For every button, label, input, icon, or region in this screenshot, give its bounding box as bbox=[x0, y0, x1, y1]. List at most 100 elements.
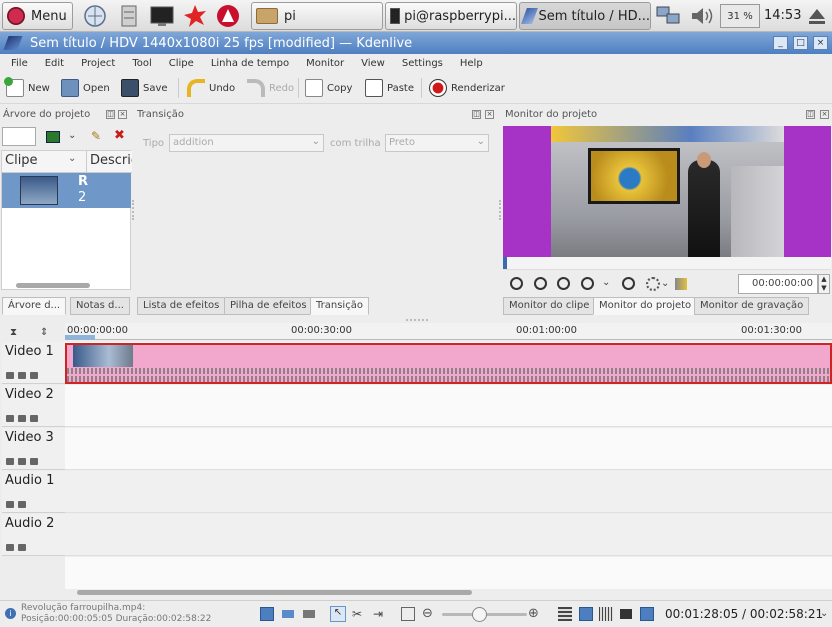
vertical-splitter[interactable] bbox=[406, 319, 428, 321]
zoom-slider[interactable] bbox=[442, 607, 527, 622]
menu-help[interactable]: Help bbox=[460, 58, 483, 69]
project-clip-item[interactable]: R 2 bbox=[2, 173, 131, 208]
track-video3[interactable] bbox=[65, 428, 832, 470]
new-button[interactable]: New bbox=[4, 77, 50, 97]
terminal-icon[interactable] bbox=[149, 3, 175, 29]
timeline-zone[interactable] bbox=[65, 335, 95, 340]
selection-tool-icon[interactable]: ↖ bbox=[330, 606, 346, 622]
tab-clip-monitor[interactable]: Monitor do clipe bbox=[503, 297, 596, 315]
tab-effects-stack[interactable]: Pilha de efeitos bbox=[224, 297, 313, 315]
menu-timeline[interactable]: Linha de tempo bbox=[211, 58, 289, 69]
timeline-clip[interactable] bbox=[65, 343, 832, 384]
taskbar-terminal[interactable]: pi@raspberrypi... bbox=[385, 2, 517, 30]
mute-icon[interactable] bbox=[18, 544, 26, 551]
show-thumbnails-icon[interactable] bbox=[558, 607, 572, 621]
collapse-tracks-icon[interactable]: ⧗ bbox=[10, 327, 17, 338]
track-header-audio2[interactable]: Audio 2 bbox=[2, 514, 65, 556]
expand-tracks-icon[interactable]: ⇕ bbox=[40, 327, 48, 338]
tab-project-tree[interactable]: Árvore d... bbox=[2, 297, 67, 315]
battery-indicator[interactable]: 31 % bbox=[720, 4, 760, 28]
overwrite-mode-icon[interactable] bbox=[282, 610, 294, 618]
tab-project-notes[interactable]: Notas d... bbox=[70, 297, 130, 315]
zoom-out-icon[interactable]: ⊖ bbox=[422, 606, 433, 621]
lock-icon[interactable] bbox=[6, 544, 14, 551]
dock-float-icon[interactable]: ◫ bbox=[472, 110, 481, 119]
dock-close-icon[interactable]: × bbox=[820, 110, 829, 119]
mute-icon[interactable] bbox=[18, 415, 26, 422]
lock-icon[interactable] bbox=[6, 415, 14, 422]
close-button[interactable]: × bbox=[813, 36, 828, 50]
timeline-horizontal-scrollbar[interactable] bbox=[77, 590, 472, 595]
taskbar-folder-pi[interactable]: pi bbox=[251, 2, 383, 30]
play-icon[interactable] bbox=[581, 277, 594, 290]
wolfram-icon[interactable] bbox=[215, 3, 241, 29]
menu-settings[interactable]: Settings bbox=[402, 58, 443, 69]
transition-track-select[interactable]: Preto ⌄ bbox=[385, 134, 489, 152]
timeline-scroll-track[interactable] bbox=[65, 589, 832, 597]
menu-view[interactable]: View bbox=[361, 58, 385, 69]
monitor-ruler[interactable] bbox=[503, 257, 831, 270]
track-header-video2[interactable]: Video 2 bbox=[2, 385, 65, 427]
tab-effects-list[interactable]: Lista de efeitos bbox=[137, 297, 226, 315]
lock-icon[interactable] bbox=[6, 458, 14, 465]
set-zone-end-icon[interactable] bbox=[534, 277, 547, 290]
timeline-empty-area[interactable] bbox=[65, 557, 832, 589]
panel-splitter[interactable] bbox=[132, 200, 134, 220]
time-format-chevron-icon[interactable]: ⌄ bbox=[820, 608, 828, 619]
minimize-button[interactable]: _ bbox=[773, 36, 788, 50]
hide-video-icon[interactable] bbox=[30, 415, 38, 422]
zoom-slider-handle[interactable] bbox=[472, 607, 487, 622]
transition-type-select[interactable]: addition ⌄ bbox=[169, 134, 324, 152]
normal-mode-icon[interactable] bbox=[260, 607, 274, 621]
menu-file[interactable]: File bbox=[11, 58, 28, 69]
menu-tool[interactable]: Tool bbox=[132, 58, 151, 69]
hide-video-icon[interactable] bbox=[30, 458, 38, 465]
taskbar-kdenlive[interactable]: Sem título / HD... bbox=[519, 2, 651, 30]
timecode-spinner[interactable]: ▲ ▼ bbox=[818, 274, 830, 294]
track-audio1[interactable] bbox=[65, 471, 832, 513]
fit-zoom-icon[interactable] bbox=[401, 607, 415, 621]
menu-edit[interactable]: Edit bbox=[45, 58, 64, 69]
maximize-button[interactable]: □ bbox=[793, 36, 808, 50]
tree-horizontal-scrollbar[interactable] bbox=[16, 283, 90, 288]
tab-project-monitor[interactable]: Monitor do projeto bbox=[593, 297, 698, 315]
menu-button[interactable]: Menu bbox=[2, 2, 73, 30]
track-audio2[interactable] bbox=[65, 514, 832, 556]
project-tree-list[interactable]: Clipe ⌄ Descric R 2 bbox=[1, 150, 132, 290]
paste-button[interactable]: Paste bbox=[365, 79, 414, 97]
timeline-ruler[interactable]: 00:00:00:00 00:00:30:00 00:01:00:00 00:0… bbox=[65, 323, 832, 340]
delete-clip-icon[interactable]: ✖ bbox=[114, 128, 125, 143]
track-header-video1[interactable]: Video 1 bbox=[2, 342, 65, 384]
project-search-input[interactable] bbox=[2, 127, 36, 146]
tab-record-monitor[interactable]: Monitor de gravação bbox=[694, 297, 810, 315]
render-button[interactable]: Renderizar bbox=[429, 79, 505, 97]
spacer-tool-icon[interactable]: ⇥ bbox=[373, 607, 383, 621]
browser-icon[interactable] bbox=[82, 3, 108, 29]
volume-icon[interactable] bbox=[688, 3, 714, 29]
column-clip[interactable]: Clipe bbox=[5, 153, 38, 168]
tab-transition[interactable]: Transição bbox=[310, 297, 369, 315]
play-options-chevron-icon[interactable]: ⌄ bbox=[602, 277, 610, 288]
file-cabinet-icon[interactable] bbox=[116, 3, 142, 29]
show-waveform-icon[interactable] bbox=[599, 607, 613, 621]
forward-icon[interactable] bbox=[622, 277, 635, 290]
hide-video-icon[interactable] bbox=[30, 372, 38, 379]
menu-project[interactable]: Project bbox=[81, 58, 115, 69]
track-header-video3[interactable]: Video 3 bbox=[2, 428, 65, 470]
monitor-settings-gear-icon[interactable] bbox=[646, 277, 660, 291]
menu-monitor[interactable]: Monitor bbox=[306, 58, 344, 69]
razor-tool-icon[interactable]: ✂ bbox=[352, 607, 362, 621]
add-clip-icon[interactable] bbox=[46, 131, 60, 143]
panel-splitter[interactable] bbox=[499, 200, 501, 220]
track-header-audio1[interactable]: Audio 1 bbox=[2, 471, 65, 513]
undo-button[interactable]: Undo bbox=[187, 79, 235, 97]
monitor-timecode-field[interactable]: 00:00:00:00 bbox=[738, 274, 818, 294]
mute-icon[interactable] bbox=[18, 501, 26, 508]
copy-button[interactable]: Copy bbox=[305, 79, 352, 97]
eject-icon[interactable] bbox=[804, 3, 830, 29]
track-video2[interactable] bbox=[65, 385, 832, 427]
monitor-volume-icon[interactable] bbox=[675, 278, 687, 290]
dock-close-icon[interactable]: × bbox=[485, 110, 494, 119]
project-monitor-screen[interactable] bbox=[503, 126, 831, 257]
column-description[interactable]: Descric bbox=[90, 153, 132, 168]
